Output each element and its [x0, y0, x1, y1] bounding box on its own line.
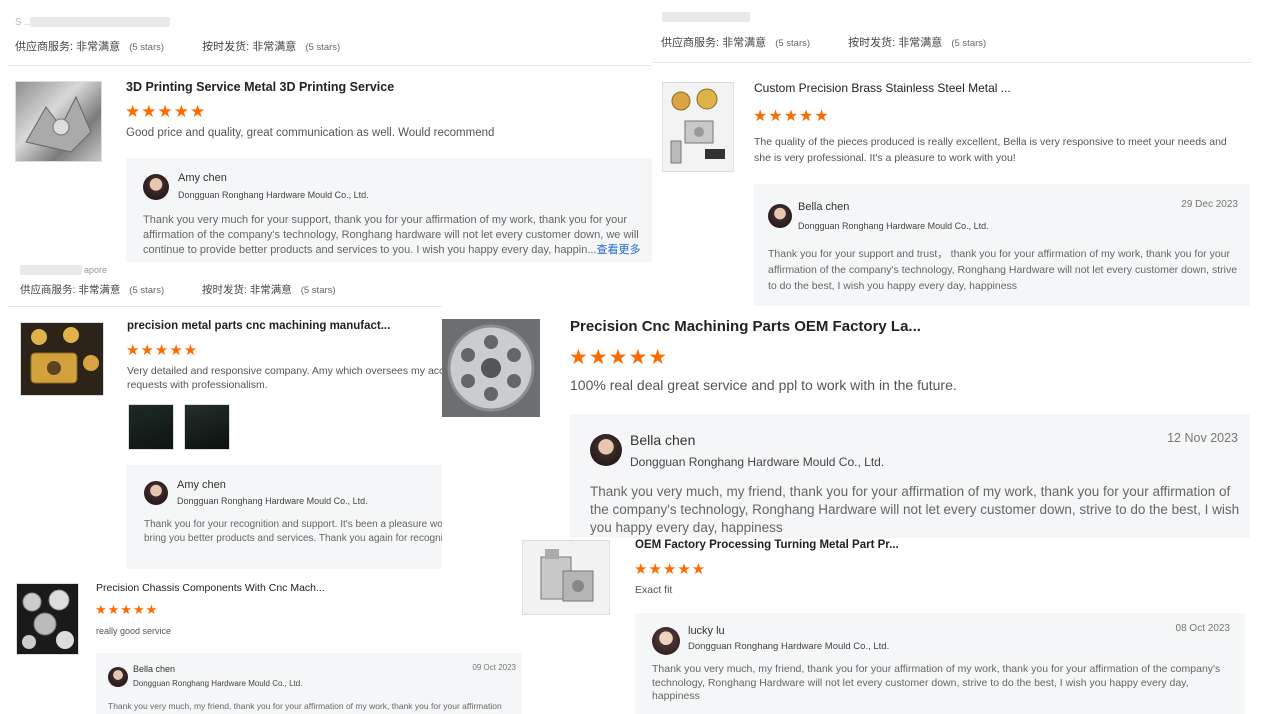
star-rating: ★★★★★: [634, 561, 707, 578]
review-card-3: apore 供应商服务: 非常满意 (5 stars) 按时发货: 非常满意 (…: [8, 262, 442, 576]
product-thumbnail[interactable]: [15, 81, 102, 162]
brass-parts-icon: [30, 327, 99, 384]
metal-part-icon: [25, 95, 92, 153]
divider: [652, 62, 1252, 63]
product-title[interactable]: Precision Chassis Components With Cnc Ma…: [96, 582, 325, 594]
product-title[interactable]: OEM Factory Processing Turning Metal Par…: [635, 539, 955, 551]
seller-reply: Amy chen Dongguan Ronghang Hardware Moul…: [126, 465, 442, 569]
review-comment: Exact fit: [635, 584, 673, 596]
seller-reply: Bella chen 29 Dec 2023 Dongguan Ronghang…: [754, 184, 1250, 306]
reply-date: 09 Oct 2023: [472, 663, 516, 672]
reply-text: Thank you for your support and trust， th…: [768, 248, 1238, 292]
avatar: [144, 481, 168, 505]
reply-date: 29 Dec 2023: [1181, 199, 1238, 210]
seller-reply: lucky lu 08 Oct 2023 Dongguan Ronghang H…: [635, 613, 1245, 714]
replier-company: Dongguan Ronghang Hardware Mould Co., Lt…: [688, 641, 890, 652]
replier-company: Dongguan Ronghang Hardware Mould Co., Lt…: [133, 679, 303, 688]
seller-reply: Bella chen 09 Oct 2023 Dongguan Ronghang…: [96, 653, 526, 714]
reply-text: Thank you very much, my friend, thank yo…: [108, 701, 502, 711]
product-title[interactable]: precision metal parts cnc machining manu…: [127, 320, 407, 332]
product-title[interactable]: Precision Cnc Machining Parts OEM Factor…: [570, 318, 921, 335]
reply-text: Thank you very much for your support, th…: [143, 214, 641, 256]
rating-summary: 供应商服务: 非常满意 (5 stars) 按时发货: 非常满意 (5 star…: [20, 284, 336, 296]
replier-name: Amy chen: [177, 479, 226, 491]
replier-name: Amy chen: [178, 172, 227, 184]
review-comment: really good service: [96, 626, 172, 636]
review-comment: The quality of the pieces produced is re…: [754, 136, 1227, 164]
review-photo-2[interactable]: [184, 404, 230, 450]
product-thumbnail[interactable]: [20, 322, 104, 396]
divider: [8, 306, 442, 307]
replier-name: Bella chen: [798, 201, 850, 213]
star-rating: ★★★★★: [569, 346, 669, 369]
avatar: [143, 174, 169, 200]
product-title[interactable]: Custom Precision Brass Stainless Steel M…: [754, 81, 1011, 95]
reviewer-name-blur: [662, 12, 750, 22]
product-title[interactable]: 3D Printing Service Metal 3D Printing Se…: [126, 80, 546, 94]
brass-parts-icon: [670, 88, 725, 164]
product-thumbnail[interactable]: [16, 583, 79, 655]
star-rating: ★★★★★: [126, 342, 199, 359]
chassis-parts-icon: [22, 589, 74, 649]
replier-company: Dongguan Ronghang Hardware Mould Co., Lt…: [630, 455, 885, 469]
star-rating: ★★★★★: [95, 602, 159, 617]
rating-summary: 供应商服务: 非常满意 (5 stars) 按时发货: 非常满意 (5 star…: [15, 41, 341, 53]
review-comment: 100% real deal great service and ppl to …: [570, 377, 957, 393]
star-rating: ★★★★★: [753, 108, 830, 125]
review-comment: Very detailed and responsive company. Am…: [127, 365, 442, 391]
replier-company: Dongguan Ronghang Hardware Mould Co., Lt…: [798, 221, 989, 231]
avatar: [590, 434, 622, 466]
replier-company: Dongguan Ronghang Hardware Mould Co., Lt…: [178, 190, 369, 200]
reviewer-fragment: apore: [84, 265, 108, 275]
reviewer-name-blur: [30, 17, 170, 27]
see-more-link[interactable]: 查看更多: [597, 244, 641, 256]
turned-part-icon: [540, 549, 594, 602]
review-card-5: Precision Chassis Components With Cnc Ma…: [8, 576, 534, 714]
machined-disc-icon: [447, 324, 535, 412]
replier-company: Dongguan Ronghang Hardware Mould Co., Lt…: [177, 496, 368, 506]
review-card-1: S ... s 供应商服务: 非常满意 (5 stars) 按时发货: 非常满意…: [0, 0, 655, 268]
replier-name: lucky lu: [688, 625, 725, 637]
avatar: [652, 627, 680, 655]
seller-reply: Amy chen Dongguan Ronghang Hardware Moul…: [126, 158, 655, 262]
reply-text: Thank you very much, my friend, thank yo…: [590, 484, 1240, 535]
review-card-4: Precision Cnc Machining Parts OEM Factor…: [442, 308, 1262, 538]
review-photo-1[interactable]: [128, 404, 174, 450]
divider: [8, 65, 653, 66]
replier-name: Bella chen: [133, 664, 176, 674]
product-thumbnail[interactable]: [522, 540, 610, 615]
reviewer-name-blur: [20, 265, 82, 275]
review-card-2: 供应商服务: 非常满意 (5 stars) 按时发货: 非常满意 (5 star…: [652, 0, 1276, 310]
reply-date: 08 Oct 2023: [1175, 623, 1230, 634]
reply-text: Thank you very much, my friend, thank yo…: [652, 663, 1221, 702]
avatar: [108, 667, 128, 687]
review-comment: Good price and quality, great communicat…: [126, 127, 495, 139]
seller-reply: Bella chen 12 Nov 2023 Dongguan Ronghang…: [570, 414, 1250, 538]
review-card-6: OEM Factory Processing Turning Metal Par…: [522, 538, 1262, 714]
rating-summary: 供应商服务: 非常满意 (5 stars) 按时发货: 非常满意 (5 star…: [661, 37, 987, 49]
product-thumbnail[interactable]: [662, 82, 734, 172]
reply-date: 12 Nov 2023: [1167, 431, 1238, 445]
reply-text: Thank you for your recognition and suppo…: [144, 519, 442, 544]
star-rating: ★★★★★: [125, 102, 207, 121]
avatar: [768, 204, 792, 228]
product-thumbnail[interactable]: [442, 319, 540, 417]
replier-name: Bella chen: [630, 432, 696, 448]
